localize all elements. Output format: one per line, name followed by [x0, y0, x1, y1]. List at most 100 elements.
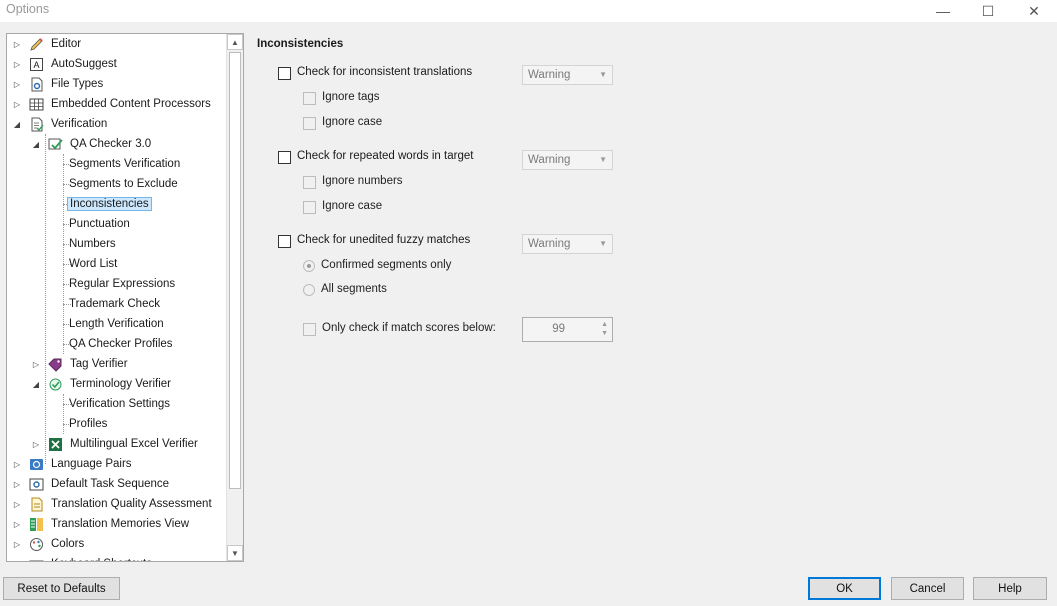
tree-node[interactable]: ▷ File Types: [13, 74, 105, 94]
collapsed-arrow-icon[interactable]: ▷: [32, 360, 40, 369]
maximize-icon: ☐: [981, 2, 995, 19]
repeated-words-label[interactable]: Check for repeated words in target: [297, 150, 473, 162]
tree-node[interactable]: ▷ Colors: [13, 534, 86, 554]
repeated-severity-value: Warning: [528, 154, 571, 166]
tree-node-label: Segments Verification: [69, 158, 181, 170]
ignore-numbers-label[interactable]: Ignore numbers: [322, 175, 403, 187]
tree-node[interactable]: Segments to Exclude: [67, 174, 180, 194]
tree-node[interactable]: ▷ Tag Verifier: [32, 354, 130, 374]
collapsed-arrow-icon[interactable]: ▷: [13, 100, 21, 109]
confirmed-segments-label[interactable]: Confirmed segments only: [321, 259, 451, 271]
all-segments-radio[interactable]: [303, 284, 315, 296]
tree-node-label: Profiles: [69, 418, 108, 430]
tree-node-label: File Types: [51, 78, 104, 90]
tree-node[interactable]: ▷ Keyboard Shortcuts: [13, 554, 154, 561]
tree-node[interactable]: ▷ A AutoSuggest: [13, 54, 119, 74]
svg-text:A: A: [33, 60, 39, 70]
tree-node-label: Translation Memories View: [51, 518, 190, 530]
qa-checker-icon: [48, 137, 63, 152]
maximize-button[interactable]: ☐: [965, 0, 1011, 22]
inconsistent-translations-label[interactable]: Check for inconsistent translations: [297, 66, 472, 78]
scroll-down-button[interactable]: ▼: [227, 545, 243, 561]
tree-node[interactable]: Regular Expressions: [67, 274, 177, 294]
repeated-words-checkbox[interactable]: [278, 151, 291, 164]
inconsistent-translations-checkbox[interactable]: [278, 67, 291, 80]
collapsed-arrow-icon[interactable]: ▷: [13, 520, 21, 529]
scroll-up-button[interactable]: ▲: [227, 34, 243, 50]
collapsed-arrow-icon[interactable]: ▷: [13, 480, 21, 489]
keyboard-icon: [29, 557, 44, 561]
tree-node[interactable]: ◢ QA Checker 3.0: [32, 134, 153, 154]
tree-node[interactable]: Length Verification: [67, 314, 166, 334]
tree-node[interactable]: ▷ Multilingual Excel Verifier: [32, 434, 200, 454]
help-button[interactable]: Help: [973, 577, 1047, 600]
expanded-arrow-icon[interactable]: ◢: [32, 140, 40, 149]
ignore-tags-checkbox[interactable]: [303, 92, 316, 105]
ignore-case-label-2[interactable]: Ignore case: [322, 200, 382, 212]
inconsistent-severity-select[interactable]: Warning ▼: [522, 65, 613, 85]
tree-node[interactable]: ▷ Language Pairs: [13, 454, 134, 474]
tree-node[interactable]: Inconsistencies: [67, 194, 152, 214]
file-gear-icon: [29, 77, 44, 92]
tree-node-label: Verification Settings: [69, 398, 171, 410]
match-score-spinner[interactable]: 99 ▲ ▼: [522, 317, 613, 342]
ignore-case-label-1[interactable]: Ignore case: [322, 116, 382, 128]
spin-up-icon[interactable]: ▲: [601, 321, 608, 328]
tree-node[interactable]: Numbers: [67, 234, 118, 254]
tree-node[interactable]: ◢ Verification: [13, 114, 109, 134]
ignore-numbers-checkbox[interactable]: [303, 176, 316, 189]
tree-node[interactable]: Profiles: [67, 414, 109, 434]
unedited-fuzzy-label[interactable]: Check for unedited fuzzy matches: [297, 234, 470, 246]
all-segments-label[interactable]: All segments: [321, 283, 387, 295]
spin-down-icon[interactable]: ▼: [601, 330, 608, 337]
tree-node-label: Numbers: [69, 238, 116, 250]
tree-node[interactable]: Word List: [67, 254, 119, 274]
tree-node[interactable]: ▷ Embedded Content Processors: [13, 94, 213, 114]
ignore-tags-label[interactable]: Ignore tags: [322, 91, 380, 103]
unedited-fuzzy-checkbox[interactable]: [278, 235, 291, 248]
tree-node[interactable]: ▷ Translation Memories View: [13, 514, 191, 534]
tree-node[interactable]: ▷ Editor: [13, 34, 83, 54]
tree-node-label: Colors: [51, 538, 85, 550]
expanded-arrow-icon[interactable]: ◢: [32, 380, 40, 389]
collapsed-arrow-icon[interactable]: ▷: [13, 40, 21, 49]
ignore-case-checkbox-2[interactable]: [303, 201, 316, 214]
cancel-button[interactable]: Cancel: [891, 577, 964, 600]
repeated-severity-select[interactable]: Warning ▼: [522, 150, 613, 170]
confirmed-segments-radio[interactable]: [303, 260, 315, 272]
ok-button[interactable]: OK: [808, 577, 881, 600]
match-score-label[interactable]: Only check if match scores below:: [322, 322, 496, 334]
tree-node[interactable]: Trademark Check: [67, 294, 162, 314]
tm-view-icon: [29, 517, 44, 532]
collapsed-arrow-icon[interactable]: ▷: [13, 500, 21, 509]
collapsed-arrow-icon[interactable]: ▷: [13, 60, 21, 69]
scroll-thumb[interactable]: [229, 52, 241, 489]
pencil-icon: [29, 37, 44, 52]
collapsed-arrow-icon[interactable]: ▷: [32, 440, 40, 449]
fuzzy-severity-select[interactable]: Warning ▼: [522, 234, 613, 254]
expanded-arrow-icon[interactable]: ◢: [13, 120, 21, 129]
match-score-checkbox[interactable]: [303, 323, 316, 336]
window-title: Options: [6, 2, 50, 16]
tree-node[interactable]: Segments Verification: [67, 154, 182, 174]
tree-node[interactable]: ◢ Terminology Verifier: [32, 374, 173, 394]
collapsed-arrow-icon[interactable]: ▷: [13, 80, 21, 89]
collapsed-arrow-icon[interactable]: ▷: [13, 540, 21, 549]
reset-defaults-button[interactable]: Reset to Defaults: [3, 577, 120, 600]
tree-node[interactable]: ▷ Default Task Sequence: [13, 474, 171, 494]
tree-scrollbar[interactable]: ▲ ▼: [226, 34, 243, 561]
collapsed-arrow-icon[interactable]: ▷: [13, 460, 21, 469]
collapsed-arrow-icon[interactable]: ▷: [13, 560, 21, 562]
close-button[interactable]: ✕: [1011, 0, 1057, 22]
tree-node[interactable]: ▷ Translation Quality Assessment: [13, 494, 214, 514]
minimize-button[interactable]: —: [920, 0, 966, 22]
tree-node[interactable]: Punctuation: [67, 214, 132, 234]
tree-node[interactable]: Verification Settings: [67, 394, 172, 414]
tree-node[interactable]: QA Checker Profiles: [67, 334, 175, 354]
ignore-case-checkbox-1[interactable]: [303, 117, 316, 130]
tree-node-label: Terminology Verifier: [70, 378, 171, 390]
tree-node-label: Tag Verifier: [70, 358, 128, 370]
minimize-icon: —: [936, 3, 950, 19]
chevron-down-icon: ▼: [599, 70, 607, 79]
excel-icon: [48, 437, 63, 452]
